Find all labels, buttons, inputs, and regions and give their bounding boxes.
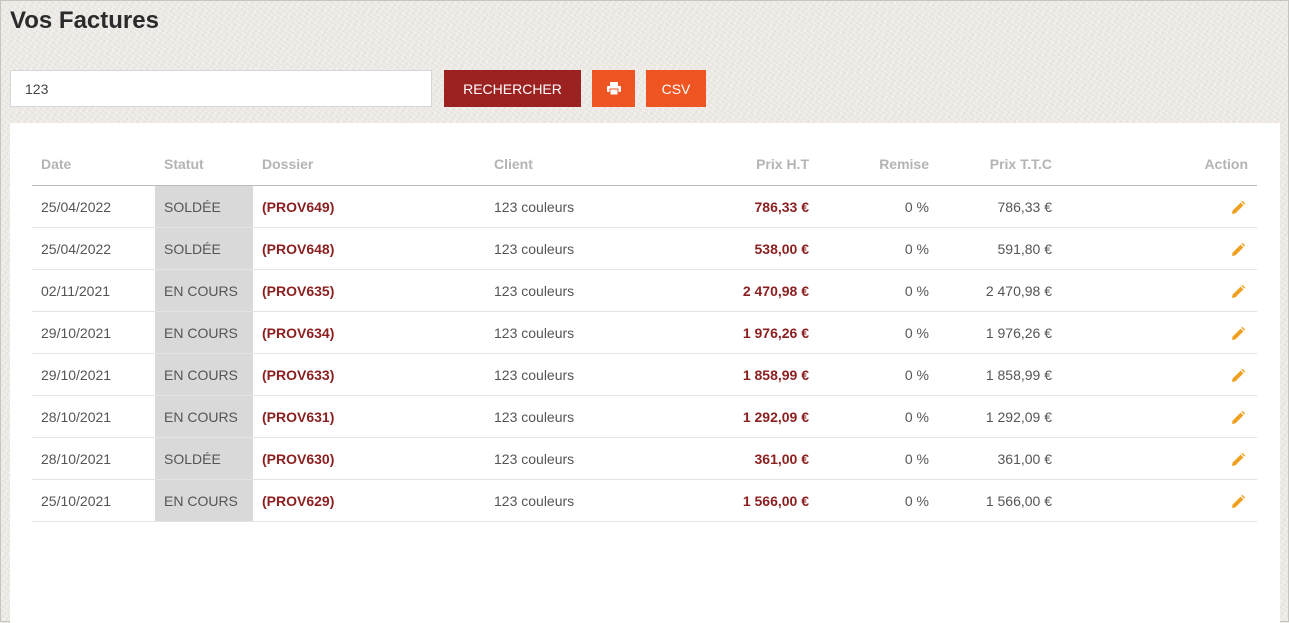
cell-action — [1061, 395, 1257, 438]
edit-icon[interactable] — [1230, 242, 1246, 258]
print-icon — [606, 82, 621, 95]
cell-prix-ht: 538,00 € — [615, 227, 818, 270]
cell-action — [1061, 185, 1257, 228]
cell-dossier[interactable]: (PROV648) — [253, 227, 485, 270]
edit-icon[interactable] — [1230, 326, 1246, 342]
edit-icon[interactable] — [1230, 284, 1246, 300]
cell-date: 29/10/2021 — [32, 311, 155, 354]
table-row: 02/11/2021 EN COURS (PROV635) 123 couleurs 2… — [32, 269, 1257, 312]
cell-prix-ttc: 786,33 € — [938, 185, 1061, 228]
table-row: 25/10/2021 EN COURS (PROV629) 123 couleurs 1… — [32, 479, 1257, 522]
page-title: Vos Factures — [10, 7, 159, 34]
cell-prix-ttc: 1 858,99 € — [938, 353, 1061, 396]
cell-action — [1061, 437, 1257, 480]
cell-prix-ht: 786,33 € — [615, 185, 818, 228]
cell-date: 25/04/2022 — [32, 185, 155, 228]
cell-dossier[interactable]: (PROV629) — [253, 479, 485, 522]
cell-dossier[interactable]: (PROV630) — [253, 437, 485, 480]
table-row: 29/10/2021 EN COURS (PROV633) 123 couleurs 1… — [32, 353, 1257, 396]
cell-prix-ttc: 591,80 € — [938, 227, 1061, 270]
cell-dossier[interactable]: (PROV649) — [253, 185, 485, 228]
cell-remise: 0 % — [818, 269, 938, 312]
cell-action — [1061, 311, 1257, 354]
invoices-panel: Date Statut Dossier Client Prix H.T Remi… — [10, 123, 1280, 623]
header-statut[interactable]: Statut — [155, 143, 253, 186]
cell-client: 123 couleurs — [485, 185, 615, 228]
cell-client: 123 couleurs — [485, 311, 615, 354]
cell-prix-ht: 361,00 € — [615, 437, 818, 480]
cell-prix-ht: 2 470,98 € — [615, 269, 818, 312]
cell-prix-ht: 1 858,99 € — [615, 353, 818, 396]
search-button[interactable]: RECHERCHER — [444, 70, 581, 107]
cell-client: 123 couleurs — [485, 437, 615, 480]
header-action: Action — [1061, 143, 1257, 186]
header-dossier[interactable]: Dossier — [253, 143, 485, 186]
cell-client: 123 couleurs — [485, 479, 615, 522]
cell-date: 29/10/2021 — [32, 353, 155, 396]
cell-dossier[interactable]: (PROV634) — [253, 311, 485, 354]
cell-remise: 0 % — [818, 227, 938, 270]
cell-date: 25/04/2022 — [32, 227, 155, 270]
csv-button[interactable]: CSV — [646, 70, 706, 107]
cell-statut: EN COURS — [155, 311, 253, 354]
cell-prix-ht: 1 976,26 € — [615, 311, 818, 354]
edit-icon[interactable] — [1230, 368, 1246, 384]
header-prix-ht[interactable]: Prix H.T — [615, 143, 818, 186]
cell-remise: 0 % — [818, 185, 938, 228]
cell-date: 25/10/2021 — [32, 479, 155, 522]
cell-date: 28/10/2021 — [32, 437, 155, 480]
cell-client: 123 couleurs — [485, 353, 615, 396]
cell-prix-ttc: 1 566,00 € — [938, 479, 1061, 522]
cell-dossier[interactable]: (PROV631) — [253, 395, 485, 438]
cell-prix-ttc: 2 470,98 € — [938, 269, 1061, 312]
cell-client: 123 couleurs — [485, 395, 615, 438]
cell-statut: EN COURS — [155, 479, 253, 522]
cell-date: 02/11/2021 — [32, 269, 155, 312]
cell-action — [1061, 353, 1257, 396]
cell-action — [1061, 269, 1257, 312]
edit-icon[interactable] — [1230, 200, 1246, 216]
table-row: 25/04/2022 SOLDÉE (PROV649) 123 couleurs 786… — [32, 185, 1257, 228]
cell-statut: SOLDÉE — [155, 185, 253, 228]
cell-prix-ttc: 361,00 € — [938, 437, 1061, 480]
cell-prix-ttc: 1 292,09 € — [938, 395, 1061, 438]
cell-client: 123 couleurs — [485, 227, 615, 270]
cell-statut: EN COURS — [155, 269, 253, 312]
cell-prix-ht: 1 566,00 € — [615, 479, 818, 522]
edit-icon[interactable] — [1230, 452, 1246, 468]
cell-prix-ht: 1 292,09 € — [615, 395, 818, 438]
table-header-row: Date Statut Dossier Client Prix H.T Remi… — [32, 143, 1257, 186]
edit-icon[interactable] — [1230, 410, 1246, 426]
cell-remise: 0 % — [818, 353, 938, 396]
cell-remise: 0 % — [818, 311, 938, 354]
search-input[interactable] — [10, 70, 432, 107]
print-button[interactable] — [592, 70, 635, 107]
table-row: 29/10/2021 EN COURS (PROV634) 123 couleurs 1… — [32, 311, 1257, 354]
cell-remise: 0 % — [818, 437, 938, 480]
cell-remise: 0 % — [818, 479, 938, 522]
table-row: 25/04/2022 SOLDÉE (PROV648) 123 couleurs 538… — [32, 227, 1257, 270]
table-row: 28/10/2021 SOLDÉE (PROV630) 123 couleurs 361… — [32, 437, 1257, 480]
cell-statut: EN COURS — [155, 353, 253, 396]
header-date[interactable]: Date — [32, 143, 155, 186]
header-client[interactable]: Client — [485, 143, 615, 186]
cell-action — [1061, 479, 1257, 522]
table-row: 28/10/2021 EN COURS (PROV631) 123 couleurs 1… — [32, 395, 1257, 438]
cell-statut: SOLDÉE — [155, 227, 253, 270]
cell-prix-ttc: 1 976,26 € — [938, 311, 1061, 354]
header-prix-ttc[interactable]: Prix T.T.C — [938, 143, 1061, 186]
cell-statut: EN COURS — [155, 395, 253, 438]
header-remise[interactable]: Remise — [818, 143, 938, 186]
cell-dossier[interactable]: (PROV635) — [253, 269, 485, 312]
cell-dossier[interactable]: (PROV633) — [253, 353, 485, 396]
cell-client: 123 couleurs — [485, 269, 615, 312]
cell-date: 28/10/2021 — [32, 395, 155, 438]
cell-remise: 0 % — [818, 395, 938, 438]
cell-statut: SOLDÉE — [155, 437, 253, 480]
invoices-table: Date Statut Dossier Client Prix H.T Remi… — [32, 143, 1257, 522]
edit-icon[interactable] — [1230, 494, 1246, 510]
cell-action — [1061, 227, 1257, 270]
